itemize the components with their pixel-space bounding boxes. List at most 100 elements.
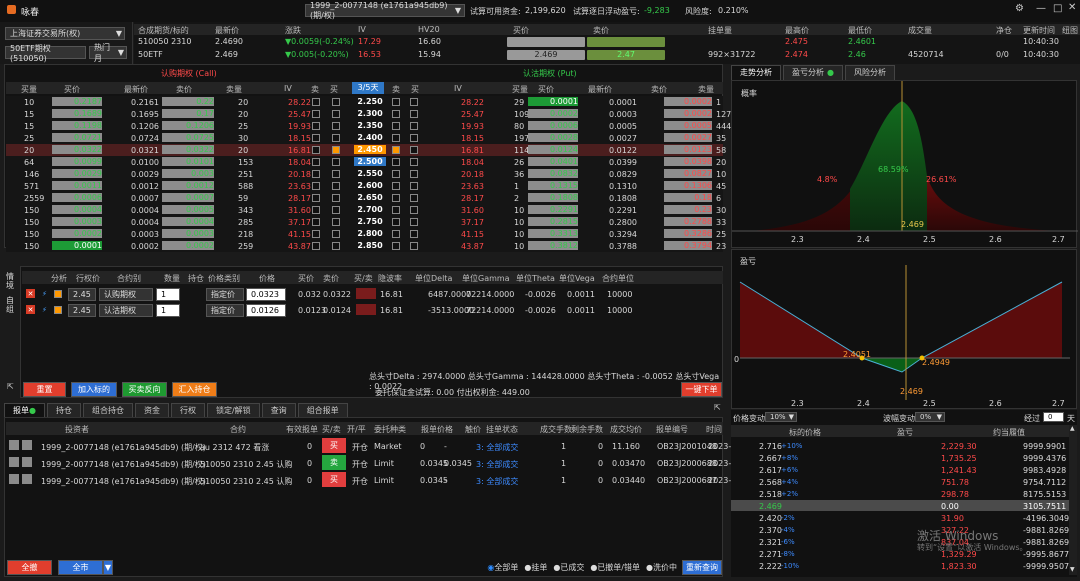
- tab-risk[interactable]: 风险分析: [844, 64, 895, 80]
- quote-price-button[interactable]: [587, 37, 665, 47]
- tquote-put-bid[interactable]: 0.1315: [528, 181, 578, 190]
- reset-button[interactable]: 重置: [23, 382, 66, 397]
- put-buy-checkbox[interactable]: [410, 242, 418, 250]
- bottom-tab[interactable]: 行权: [170, 402, 205, 418]
- delete-icon[interactable]: ✕: [26, 305, 35, 314]
- put-buy-checkbox[interactable]: [410, 146, 418, 154]
- tquote-put-bid[interactable]: 0.2815: [528, 217, 578, 226]
- tquote-call-ask[interactable]: 0.0725: [162, 133, 214, 142]
- bottom-tab[interactable]: 查询: [261, 402, 296, 418]
- tquote-put-ask[interactable]: 0.23: [664, 205, 712, 214]
- analysis-icon[interactable]: ⚡: [40, 289, 49, 298]
- call-sell-checkbox[interactable]: [312, 242, 320, 250]
- call-sell-checkbox[interactable]: [312, 218, 320, 226]
- tquote-put-bid[interactable]: 0.0028: [528, 133, 578, 142]
- tquote-put-ask[interactable]: 0.0027: [664, 133, 712, 142]
- call-sell-checkbox[interactable]: [312, 194, 320, 202]
- quote-price-button[interactable]: 2.469: [507, 50, 585, 60]
- call-sell-checkbox[interactable]: [312, 134, 320, 142]
- tquote-put-ask[interactable]: 0.0827: [664, 169, 712, 178]
- put-sell-checkbox[interactable]: [392, 110, 400, 118]
- close-icon[interactable]: ✕: [1068, 2, 1076, 13]
- custom-tab[interactable]: 自组: [6, 296, 15, 314]
- put-sell-checkbox[interactable]: [392, 206, 400, 214]
- put-sell-checkbox[interactable]: [392, 170, 400, 178]
- put-buy-checkbox[interactable]: [410, 122, 418, 130]
- price-type-select[interactable]: 指定价: [206, 288, 244, 301]
- tquote-call-bid[interactable]: 0.0003: [52, 217, 102, 226]
- buy-sell-toggle[interactable]: [356, 304, 376, 315]
- put-sell-checkbox[interactable]: [392, 182, 400, 190]
- quantity-input[interactable]: 1: [156, 304, 180, 317]
- tquote-call-ask[interactable]: 0.0003: [162, 229, 214, 238]
- tquote-put-ask[interactable]: 0.0002: [664, 109, 712, 118]
- price-input[interactable]: 0.0126: [246, 304, 286, 317]
- tab-trend[interactable]: 走势分析: [731, 64, 781, 80]
- put-sell-checkbox[interactable]: [392, 158, 400, 166]
- put-buy-checkbox[interactable]: [410, 194, 418, 202]
- bottom-tab[interactable]: 报单 ●: [4, 402, 45, 418]
- call-buy-checkbox[interactable]: [332, 110, 340, 118]
- call-buy-checkbox[interactable]: [332, 122, 340, 130]
- tquote-put-ask[interactable]: 0.18: [664, 193, 712, 202]
- price-input[interactable]: 0.0323: [246, 288, 286, 301]
- cancel-all-button[interactable]: 全撤: [7, 560, 52, 575]
- tquote-call-ask[interactable]: 0.003: [162, 169, 214, 178]
- tquote-call-bid[interactable]: 0.0002: [52, 229, 102, 238]
- price-change-select[interactable]: 10% ▼: [765, 412, 797, 422]
- tquote-call-ask[interactable]: 0.0012: [162, 181, 214, 190]
- tquote-call-ask[interactable]: 0.0004: [162, 217, 214, 226]
- quote-price-button[interactable]: 2.47: [587, 50, 665, 60]
- tquote-put-bid[interactable]: 0.0832: [528, 169, 578, 178]
- tquote-put-ask[interactable]: 0.3794: [664, 241, 712, 250]
- call-buy-checkbox[interactable]: [332, 134, 340, 142]
- call-buy-checkbox[interactable]: [332, 146, 340, 154]
- call-sell-checkbox[interactable]: [312, 122, 320, 130]
- tquote-call-bid[interactable]: 0.1198: [52, 121, 102, 130]
- collapse-icon[interactable]: ⇱: [714, 403, 721, 412]
- bottom-tab[interactable]: 组合报单: [297, 402, 348, 418]
- tquote-put-bid[interactable]: 0.0002: [528, 109, 578, 118]
- order-filter-option[interactable]: ● 挂单: [524, 562, 547, 573]
- order-filter-option[interactable]: ● 洗价中: [646, 562, 677, 573]
- tquote-call-bid[interactable]: 0.0006: [52, 193, 102, 202]
- tquote-call-ask[interactable]: 0.0005: [162, 205, 214, 214]
- tquote-call-bid[interactable]: 0.1689: [52, 109, 102, 118]
- tquote-call-bid[interactable]: 0.0004: [52, 205, 102, 214]
- call-buy-checkbox[interactable]: [332, 170, 340, 178]
- call-buy-checkbox[interactable]: [332, 206, 340, 214]
- tquote-put-ask[interactable]: 0.2788: [664, 217, 712, 226]
- tab-pnl[interactable]: 盈亏分析 ●: [783, 64, 843, 80]
- price-type-select[interactable]: 指定价: [206, 304, 244, 317]
- put-sell-checkbox[interactable]: [392, 134, 400, 142]
- tquote-call-bid[interactable]: 0.0099: [52, 157, 102, 166]
- order-filter-option[interactable]: ● 已撤单/错单: [590, 562, 640, 573]
- put-sell-checkbox[interactable]: [392, 194, 400, 202]
- one-click-order-button[interactable]: 一键下单: [681, 382, 722, 397]
- quantity-input[interactable]: 1: [156, 288, 180, 301]
- call-sell-checkbox[interactable]: [312, 158, 320, 166]
- tquote-call-ask[interactable]: 0.22: [162, 97, 214, 106]
- tquote-expiry-tab[interactable]: 3/5天: [352, 82, 384, 94]
- days-input[interactable]: 0: [1043, 412, 1064, 422]
- maximize-icon[interactable]: □: [1053, 3, 1062, 14]
- call-sell-checkbox[interactable]: [312, 182, 320, 190]
- exchange-select[interactable]: 上海证券交易所(权) ▼: [5, 27, 125, 40]
- order-filter-option[interactable]: ● 已成交: [553, 562, 584, 573]
- put-sell-checkbox[interactable]: [392, 98, 400, 106]
- put-buy-checkbox[interactable]: [410, 110, 418, 118]
- row-action-icon[interactable]: [22, 457, 32, 467]
- call-buy-checkbox[interactable]: [332, 98, 340, 106]
- put-buy-checkbox[interactable]: [410, 230, 418, 238]
- tquote-put-ask[interactable]: 0.0005: [664, 121, 712, 130]
- bottom-tab[interactable]: 资金: [134, 402, 169, 418]
- refresh-button[interactable]: 重新查询: [682, 560, 722, 575]
- iv-change-select[interactable]: 0% ▼: [915, 412, 945, 422]
- quote-price-button[interactable]: [507, 37, 585, 47]
- scenario-scrollbar[interactable]: ▲ ▼: [1069, 425, 1077, 575]
- tquote-put-bid[interactable]: 0.3812: [528, 241, 578, 250]
- put-buy-checkbox[interactable]: [410, 182, 418, 190]
- tquote-put-bid[interactable]: 0.1808: [528, 193, 578, 202]
- select-checkbox[interactable]: [54, 306, 62, 314]
- row-action-icon[interactable]: [22, 440, 32, 450]
